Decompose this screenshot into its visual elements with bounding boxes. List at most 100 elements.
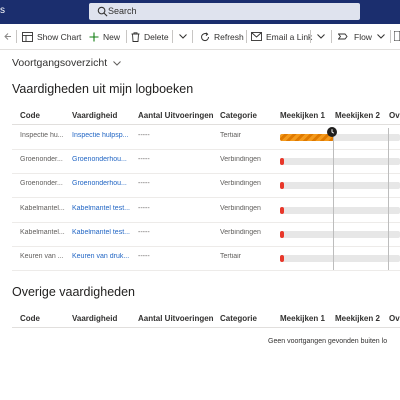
app-name: s — [0, 5, 5, 16]
new-label: New — [103, 31, 121, 42]
refresh-button[interactable]: Refresh — [200, 24, 244, 49]
progress-bar — [280, 206, 400, 214]
view-selector[interactable]: Voortgangsoverzicht — [12, 57, 121, 69]
email-link-label: Email a Link — [266, 31, 313, 42]
refresh-icon — [201, 31, 210, 41]
column-header-skill[interactable]: Vaardigheid — [72, 111, 117, 120]
skill-link[interactable]: Keuren van druk... — [72, 253, 136, 260]
progress-bar — [280, 182, 400, 190]
delete-button[interactable]: Delete — [131, 24, 169, 49]
code-cell: Groenonder... — [20, 156, 63, 164]
refresh-label: Refresh — [214, 31, 244, 42]
view-selector-label: Voortgangsoverzicht — [12, 57, 108, 69]
more-icon[interactable] — [394, 31, 400, 41]
separator — [192, 30, 193, 43]
search-placeholder: Search — [108, 6, 137, 16]
column-header-review2[interactable]: Meekijken 2 — [335, 314, 380, 323]
show-chart-label: Show Chart — [37, 31, 82, 42]
trash-icon — [131, 31, 140, 42]
code-cell: Groenonder... — [20, 180, 63, 188]
chevron-down-icon — [377, 34, 385, 39]
skill-link[interactable]: Kabelmantel test... — [72, 229, 136, 236]
progress-fill — [280, 158, 284, 166]
plus-icon — [89, 32, 99, 41]
chevron-down-icon — [113, 60, 121, 66]
new-button[interactable]: New — [89, 24, 120, 49]
table-row[interactable]: Kabelmantel... Kabelmantel test... ----- Ve… — [12, 198, 400, 223]
progress-bar — [280, 134, 400, 141]
search-box[interactable]: Search — [89, 3, 360, 20]
progress-fill — [280, 255, 284, 262]
column-header-review1[interactable]: Meekijken 1 — [280, 314, 325, 323]
milestone-line-2 — [388, 128, 389, 270]
separator — [390, 30, 391, 43]
clock-icon — [327, 127, 337, 137]
column-header-category[interactable]: Categorie — [220, 314, 257, 323]
table2-title: Overige vaardigheden — [12, 285, 135, 299]
empty-message: Geen voortgangen gevonden buiten lo — [268, 338, 388, 345]
count-cell: ----- — [138, 253, 150, 260]
column-header-overview[interactable]: Ov — [389, 111, 400, 120]
chart-icon — [22, 31, 33, 42]
count-cell: ----- — [138, 156, 150, 164]
milestone-line-1 — [333, 128, 334, 270]
code-cell: Kabelmantel... — [20, 228, 65, 236]
skill-link[interactable]: Groenonderhou... — [72, 180, 136, 187]
progress-fill — [280, 182, 284, 190]
chevron-down-icon[interactable] — [317, 34, 325, 39]
column-header-code[interactable]: Code — [20, 111, 40, 120]
column-header-review1[interactable]: Meekijken 1 — [280, 111, 325, 120]
progress-bar — [280, 255, 400, 262]
code-cell: Inspectie hu... — [20, 132, 64, 139]
table-row[interactable]: Groenonder... Groenonderhou... ----- Verbin… — [12, 173, 400, 199]
separator — [331, 30, 332, 43]
skill-link[interactable]: Groenonderhou... — [72, 156, 136, 163]
code-cell: Keuren van ... — [20, 253, 64, 260]
table-row[interactable]: Kabelmantel... Kabelmantel test... ----- Ve… — [12, 222, 400, 247]
progress-fill — [280, 134, 334, 141]
skill-link[interactable]: Kabelmantel test... — [72, 205, 136, 212]
category-cell: Verbindingen — [220, 204, 261, 212]
column-header-overview[interactable]: Ov — [389, 314, 400, 323]
back-icon[interactable] — [4, 32, 12, 41]
flow-icon — [338, 33, 348, 40]
count-cell: ----- — [138, 228, 150, 236]
category-cell: Tertiair — [220, 253, 242, 260]
separator — [126, 30, 127, 43]
header-divider — [12, 327, 400, 328]
category-cell: Verbindingen — [220, 156, 261, 164]
top-bar: s Search — [0, 0, 400, 24]
table-row[interactable]: Groenonder... Groenonderhou... ----- Verbin… — [12, 149, 400, 175]
command-bar: Show Chart New Delete Refresh Email a Li… — [0, 24, 400, 50]
category-cell: Tertiair — [220, 132, 242, 139]
separator — [310, 30, 311, 43]
column-header-code[interactable]: Code — [20, 314, 40, 323]
category-cell: Verbindingen — [220, 180, 261, 188]
count-cell: ----- — [138, 204, 150, 212]
flow-label: Flow — [354, 31, 372, 42]
envelope-icon — [251, 32, 262, 41]
separator — [16, 30, 17, 43]
table1-title: Vaardigheden uit mijn logboeken — [12, 82, 194, 96]
email-link-button[interactable]: Email a Link — [251, 24, 312, 49]
table-row[interactable]: Keuren van ... Keuren van druk... ----- Ter… — [12, 246, 400, 271]
chevron-down-icon[interactable] — [179, 34, 187, 39]
column-header-skill[interactable]: Vaardigheid — [72, 314, 117, 323]
separator — [246, 30, 247, 43]
count-cell: ----- — [138, 180, 150, 188]
column-header-review2[interactable]: Meekijken 2 — [335, 111, 380, 120]
skill-link[interactable]: Inspectie hulpsp... — [72, 132, 136, 139]
flow-button[interactable]: Flow — [338, 24, 385, 49]
count-cell: ----- — [138, 132, 150, 139]
progress-fill — [280, 230, 284, 238]
delete-label: Delete — [144, 31, 169, 42]
progress-bar — [280, 158, 400, 166]
table-row[interactable]: Inspectie hu... Inspectie hulpsp... ----- T… — [12, 125, 400, 150]
code-cell: Kabelmantel... — [20, 204, 65, 212]
show-chart-button[interactable]: Show Chart — [22, 24, 81, 49]
column-header-count[interactable]: Aantal Uitvoeringen — [138, 314, 214, 323]
progress-fill — [280, 206, 284, 214]
column-header-category[interactable]: Categorie — [220, 111, 257, 120]
column-header-count[interactable]: Aantal Uitvoeringen — [138, 111, 214, 120]
search-icon — [97, 6, 108, 17]
